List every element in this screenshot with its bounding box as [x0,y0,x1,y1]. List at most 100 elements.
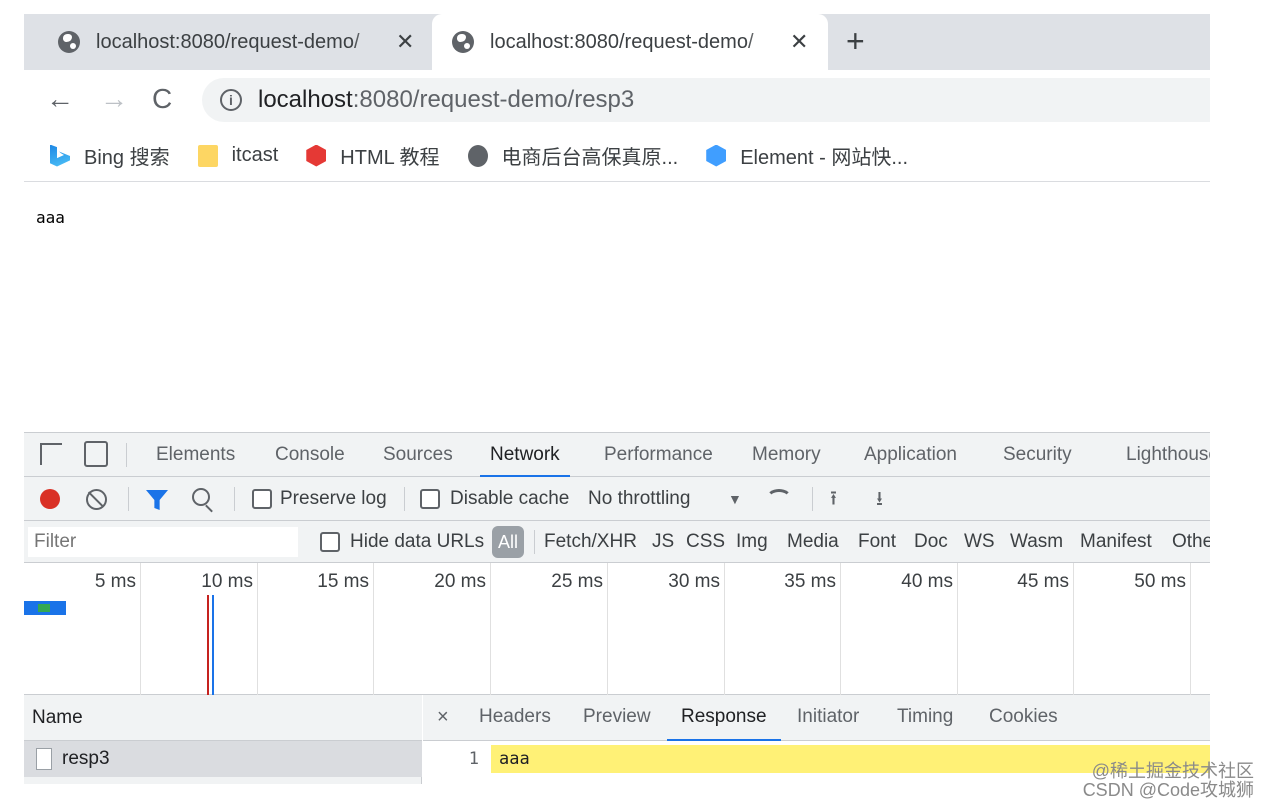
forward-button[interactable]: → [100,84,128,114]
divider [234,487,235,511]
preserve-log-checkbox[interactable] [252,489,272,509]
filter-js[interactable]: JS [652,521,674,563]
timeline-gridline [1190,563,1191,695]
tab-timing[interactable]: Timing [897,695,953,741]
tab-security[interactable]: Security [1003,433,1072,477]
bookmark-element[interactable]: Element - 网站快... [706,141,908,170]
divider [126,443,127,467]
back-button[interactable]: ← [46,84,74,114]
close-icon[interactable]: ✕ [396,29,414,55]
inspect-element-icon[interactable] [40,443,62,465]
bookmark-bing[interactable]: Bing 搜索 [50,141,170,170]
browser-window: localhost:8080/request-demo/ ✕ localhost… [24,14,1210,784]
filter-media[interactable]: Media [787,521,839,563]
network-toolbar: Preserve log Disable cache No throttling… [24,477,1210,521]
browser-tab-1[interactable]: localhost:8080/request-demo/ ✕ [24,14,429,70]
tab-elements[interactable]: Elements [156,433,235,477]
dom-content-loaded-line [212,595,214,695]
tab-response[interactable]: Response [667,695,781,741]
page-body-text: aaa [36,208,65,227]
filter-fetch-xhr[interactable]: Fetch/XHR [544,521,637,563]
download-icon[interactable]: ⭳ [876,489,883,509]
search-icon[interactable] [192,488,210,506]
request-name: resp3 [62,748,110,769]
timeline-gridline [724,563,725,695]
request-waiting-bar [38,604,50,612]
devtools-panel: Elements Console Sources Network Perform… [24,432,1210,784]
filter-css[interactable]: CSS [686,521,725,563]
timeline-tick-label: 35 ms [784,571,836,592]
filter-manifest[interactable]: Manifest [1080,521,1152,563]
divider [534,530,535,554]
globe-icon [467,144,488,167]
throttling-select[interactable]: No throttling [588,477,690,521]
devtools-tab-bar: Elements Console Sources Network Perform… [24,433,1210,477]
filter-doc[interactable]: Doc [914,521,948,563]
globe-icon [58,31,80,53]
timeline-tick-label: 25 ms [551,571,603,592]
filter-wasm[interactable]: Wasm [1010,521,1063,563]
tab-performance[interactable]: Performance [604,433,713,477]
reload-button[interactable]: C [152,84,172,114]
timeline-gridline [1073,563,1074,695]
filter-input[interactable] [28,527,298,557]
timeline-tick-label: 5 ms [94,571,136,592]
html-icon [306,144,327,167]
bing-icon [50,144,70,167]
load-event-line [207,595,209,695]
timeline-gridline [840,563,841,695]
filter-font[interactable]: Font [858,521,896,563]
bookmarks-bar: Bing 搜索 itcast HTML 教程 电商后台高保真原... Eleme… [24,130,1210,182]
timeline-tick-label: 40 ms [901,571,953,592]
timeline-tick-label: 10 ms [201,571,253,592]
bookmark-itcast[interactable]: itcast [197,144,279,167]
hide-data-urls-checkbox[interactable] [320,532,340,552]
watermark-line-2: CSDN @Code攻城狮 [1082,780,1254,800]
bookmark-label: Bing 搜索 [84,147,170,169]
bookmark-html-tutorial[interactable]: HTML 教程 [306,141,440,170]
url-path: :8080/request-demo/resp3 [352,86,635,113]
tab-lighthouse[interactable]: Lighthouse [1126,433,1210,477]
upload-icon[interactable]: ⭱ [830,489,837,509]
timeline-tick-label: 50 ms [1134,571,1186,592]
tab-headers[interactable]: Headers [479,695,551,741]
filter-ws[interactable]: WS [964,521,995,563]
preserve-log-label: Preserve log [280,488,387,509]
timeline-gridline [140,563,141,695]
bookmark-label: HTML 教程 [340,147,440,169]
tab-initiator[interactable]: Initiator [797,695,859,741]
filter-icon[interactable] [146,490,168,510]
tab-console[interactable]: Console [275,433,345,477]
tab-preview[interactable]: Preview [583,695,651,741]
timeline-tick-label: 30 ms [668,571,720,592]
close-icon[interactable]: × [437,695,449,739]
filter-img[interactable]: Img [736,521,768,563]
bookmark-label: itcast [231,144,279,166]
timeline-gridline [957,563,958,695]
record-icon[interactable] [40,489,60,509]
name-column-header[interactable]: Name [24,695,422,741]
bookmark-ecommerce[interactable]: 电商后台高保真原... [467,141,678,170]
tab-memory[interactable]: Memory [752,433,821,477]
filter-all-button[interactable]: All [492,526,524,558]
timeline-tick-label: 20 ms [434,571,486,592]
network-overview-timeline[interactable]: 5 ms 10 ms 15 ms 20 ms 25 ms 30 ms 35 ms… [24,563,1210,695]
tab-network[interactable]: Network [480,433,570,477]
disable-cache-checkbox[interactable] [420,489,440,509]
browser-tab-2[interactable]: localhost:8080/request-demo/ ✕ [432,14,828,70]
chevron-down-icon[interactable]: ▼ [728,477,742,521]
new-tab-button[interactable]: + [846,24,865,58]
filter-other[interactable]: Other [1172,521,1210,563]
timeline-gridline [490,563,491,695]
request-row[interactable]: resp3 [24,741,422,777]
tab-application[interactable]: Application [864,433,957,477]
network-conditions-icon[interactable] [766,489,792,509]
device-toolbar-icon[interactable] [84,441,108,467]
tab-cookies[interactable]: Cookies [989,695,1058,741]
info-icon[interactable]: i [220,89,242,111]
address-bar[interactable]: i localhost :8080/request-demo/resp3 [202,78,1210,122]
close-icon[interactable]: ✕ [790,29,808,55]
tab-sources[interactable]: Sources [383,433,453,477]
url-host: localhost [258,86,353,113]
clear-icon[interactable] [86,489,107,510]
